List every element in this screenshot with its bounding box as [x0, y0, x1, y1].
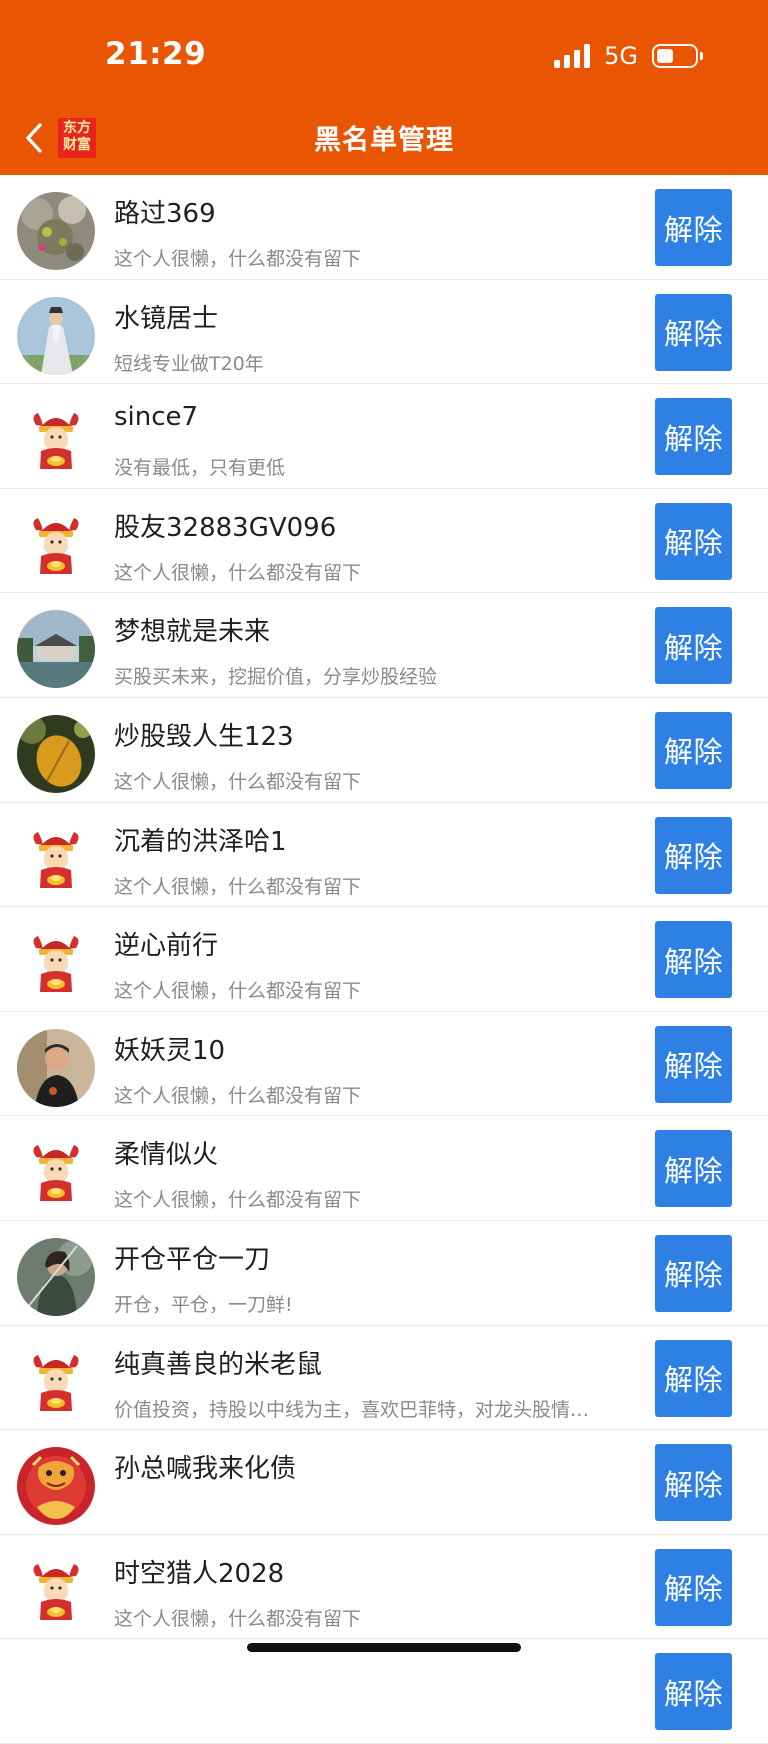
user-name: 时空猎人2028 [114, 1558, 285, 1589]
list-item[interactable]: 炒股毁人生123 这个人很懒，什么都没有留下 解除 [0, 697, 768, 803]
list-item[interactable]: 股友32883GV096 这个人很懒，什么都没有留下 解除 [0, 488, 768, 594]
avatar[interactable] [17, 1028, 95, 1107]
avatar[interactable] [17, 1133, 95, 1212]
unblock-button[interactable]: 解除 [655, 502, 732, 580]
user-bio: 这个人很懒，什么都没有留下 [114, 561, 362, 584]
status-time: 21:29 [105, 36, 207, 72]
list-item[interactable]: 时空猎人2028 这个人很懒，什么都没有留下 解除 [0, 1534, 768, 1640]
navigation-bar: 东方财富 黑名单管理 [0, 108, 768, 168]
top-bar: 21:29 5G 东方财富 黑名单管理 [0, 0, 768, 175]
list-item[interactable]: 纯真善良的米老鼠价值投资，持股以中线为主，喜欢巴菲特，对龙头股情… 解除 [0, 1325, 768, 1431]
user-name: 开仓平仓一刀 [114, 1244, 271, 1275]
user-name: 逆心前行 [114, 931, 219, 962]
user-bio: 买股买未来，挖掘价值，分享炒股经验 [114, 666, 438, 689]
network-type: 5G [604, 42, 638, 70]
cellular-signal-icon [554, 44, 591, 68]
user-bio: 这个人很懒，什么都没有留下 [114, 248, 362, 270]
avatar[interactable] [17, 924, 95, 1003]
avatar[interactable] [17, 1342, 95, 1421]
avatar[interactable] [17, 1237, 95, 1316]
user-name: 梦想就是未来 [114, 617, 271, 648]
avatar[interactable] [17, 401, 95, 480]
user-name: 炒股毁人生123 [114, 721, 294, 752]
user-bio: 这个人很懒，什么都没有留下 [114, 875, 362, 898]
user-bio: 这个人很懒，什么都没有留下 [114, 980, 362, 1003]
avatar[interactable] [17, 610, 95, 689]
battery-icon [652, 44, 703, 68]
unblock-button[interactable]: 解除 [655, 398, 732, 476]
user-name: 股友32883GV096 [114, 512, 337, 543]
unblock-button[interactable]: 解除 [655, 1130, 732, 1208]
unblock-button[interactable]: 解除 [655, 1653, 732, 1731]
user-name: 水镜居士 [114, 303, 219, 334]
user-name: 孙总喊我来化债 [114, 1454, 297, 1485]
list-item[interactable]: 妖妖灵10 这个人很懒，什么都没有留下 解除 [0, 1011, 768, 1117]
avatar[interactable] [17, 819, 95, 898]
user-name: 柔情似火 [114, 1140, 219, 1171]
unblock-button[interactable]: 解除 [655, 921, 732, 999]
list-item[interactable]: 开仓平仓一刀开仓，平仓，一刀鲜! 解除 [0, 1220, 768, 1326]
unblock-button[interactable]: 解除 [655, 1339, 732, 1417]
list-item[interactable]: 沉着的洪泽哈1 这个人很懒，什么都没有留下 解除 [0, 802, 768, 908]
user-bio: 价值投资，持股以中线为主，喜欢巴菲特，对龙头股情… [114, 1398, 590, 1421]
home-indicator [247, 1643, 521, 1652]
list-item[interactable]: 水镜居士短线专业做T20年 解除 [0, 279, 768, 385]
list-item[interactable]: 路过369 这个人很懒，什么都没有留下 解除 [0, 175, 768, 280]
avatar[interactable] [17, 505, 95, 584]
user-bio: 开仓，平仓，一刀鲜! [114, 1293, 293, 1316]
avatar[interactable] [17, 296, 95, 375]
user-bio: 没有最低，只有更低 [114, 457, 286, 480]
list-item[interactable]: 逆心前行这个人很懒，什么都没有留下 解除 [0, 907, 768, 1012]
user-bio: 这个人很懒，什么都没有留下 [114, 1189, 362, 1212]
user-name: 路过369 [114, 199, 216, 229]
avatar[interactable] [17, 714, 95, 793]
user-name: 纯真善良的米老鼠 [114, 1349, 323, 1380]
list-item[interactable]: since7 没有最低，只有更低 解除 [0, 384, 768, 489]
user-bio: 这个人很懒，什么都没有留下 [114, 1607, 362, 1630]
unblock-button[interactable]: 解除 [655, 711, 732, 789]
unblock-button[interactable]: 解除 [655, 1234, 732, 1312]
status-icons: 5G [554, 42, 703, 70]
blacklist: 路过369 这个人很懒，什么都没有留下 解除 水镜居士 短线专业做T20年 解除 since… [0, 175, 768, 1744]
user-bio: 这个人很懒，什么都没有留下 [114, 770, 362, 793]
unblock-button[interactable]: 解除 [655, 607, 732, 685]
unblock-button[interactable]: 解除 [655, 293, 732, 371]
user-bio: 这个人很懒，什么都没有留下 [114, 1084, 362, 1107]
list-item[interactable]: 柔情似火这个人很懒，什么都没有留下 解除 [0, 1116, 768, 1221]
avatar[interactable] [17, 192, 95, 270]
unblock-button[interactable]: 解除 [655, 1548, 732, 1626]
avatar[interactable] [17, 1551, 95, 1630]
unblock-button[interactable]: 解除 [655, 816, 732, 894]
unblock-button[interactable]: 解除 [655, 1444, 732, 1522]
list-item[interactable]: 孙总喊我来化债 解除 [0, 1430, 768, 1535]
unblock-button[interactable]: 解除 [655, 189, 732, 266]
user-bio: 短线专业做T20年 [114, 352, 264, 375]
user-name: 沉着的洪泽哈1 [114, 826, 287, 857]
page-title: 黑名单管理 [314, 125, 454, 156]
user-name: since7 [114, 402, 199, 433]
list-item[interactable]: 梦想就是未来买股买未来，挖掘价值，分享炒股经验 解除 [0, 593, 768, 698]
unblock-button[interactable]: 解除 [655, 1025, 732, 1103]
list-item[interactable]: 解除 [0, 1639, 768, 1744]
user-name: 妖妖灵10 [114, 1035, 226, 1066]
avatar[interactable] [17, 1447, 95, 1526]
